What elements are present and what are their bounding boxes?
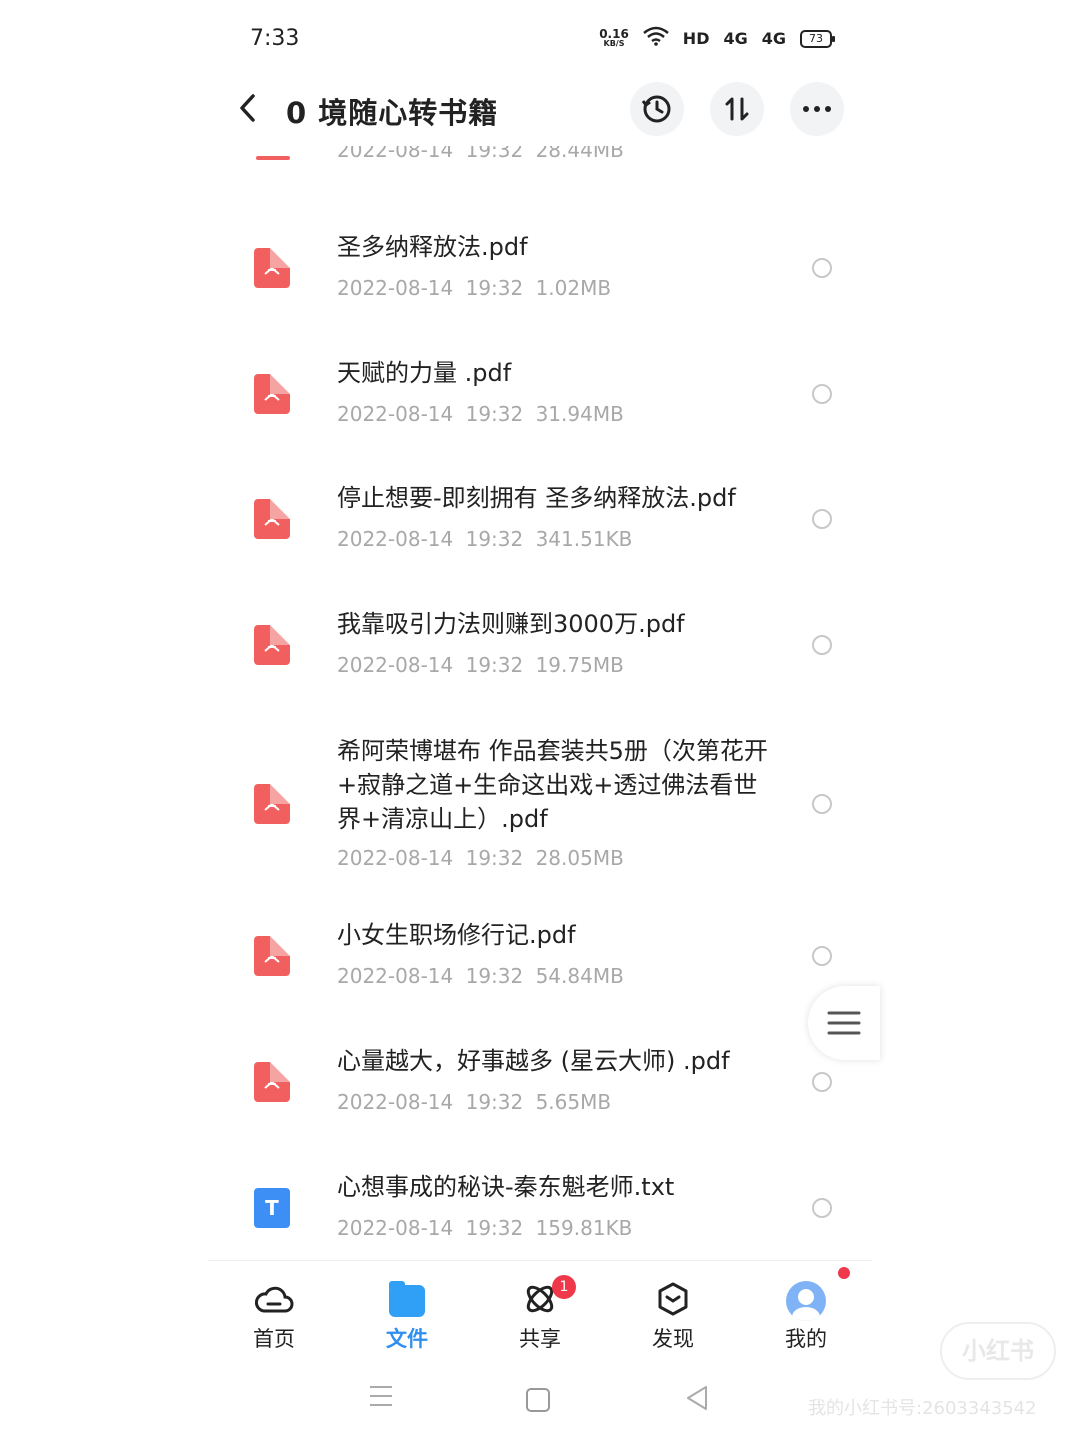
select-radio[interactable] [812,1072,832,1092]
list-item[interactable]: 小女生职场修行记.pdf 2022-08-14 19:32 54.84MB [208,918,872,1014]
notification-badge: 1 [552,1275,576,1299]
watermark-text: 我的小红书号:2603343542 [808,1398,1037,1419]
file-meta: 2022-08-14 19:32 28.05MB [337,846,624,870]
tab-label: 我的 [785,1327,827,1351]
pdf-icon [254,625,290,665]
select-radio[interactable] [812,946,832,966]
pdf-icon [254,936,290,976]
tab-label: 发现 [652,1327,694,1351]
tab-files[interactable]: 文件 [357,1281,457,1353]
pdf-icon [254,499,290,539]
system-nav-bar [208,1370,872,1430]
history-icon [641,95,671,123]
back-button[interactable] [236,90,268,130]
cloud-icon [224,1281,324,1321]
menu-icon [370,1386,392,1406]
list-item[interactable]: 圣多纳释放法.pdf 2022-08-14 19:32 1.02MB [208,230,872,326]
history-button[interactable] [630,82,684,136]
tab-discover[interactable]: 发现 [623,1281,723,1353]
list-item[interactable]: 天赋的力量 .pdf 2022-08-14 19:32 31.94MB [208,356,872,452]
chevron-left-icon [240,94,255,122]
file-meta: 2022-08-14 19:32 5.65MB [337,1090,612,1114]
select-radio[interactable] [812,384,832,404]
tab-home[interactable]: 首页 [224,1281,324,1353]
pdf-icon [254,248,290,288]
signal-icon-2: 4G [761,29,786,48]
file-meta: 2022-08-14 19:32 341.51KB [337,527,633,551]
status-bar: 7:33 0.16 KB/S HD 4G 4G 73 [208,0,872,80]
pdf-icon [256,156,290,160]
hd-icon: HD [682,29,710,48]
select-radio[interactable] [812,794,832,814]
more-button[interactable] [790,82,844,136]
file-meta: 2022-08-14 19:32 54.84MB [337,964,624,988]
file-meta: 2022-08-14 19:32 19.75MB [337,653,624,677]
select-radio[interactable] [812,258,832,278]
file-meta: 2022-08-14 19:32 28.44MB [337,146,624,162]
select-radio[interactable] [812,1198,832,1218]
more-icon [803,106,831,112]
status-icons: 0.16 KB/S HD 4G 4G 73 [599,26,835,51]
file-meta: 2022-08-14 19:32 159.81KB [337,1216,633,1240]
file-name: 希阿荣博堪布 作品套装共5册（次第花开+寂静之道+生命这出戏+透过佛法看世界+清… [337,737,768,833]
menu-icon [827,1011,861,1035]
phone-screen: 7:33 0.16 KB/S HD 4G 4G 73 0 境随心转书籍 2022… [208,0,880,1439]
red-dot-indicator [838,1267,850,1279]
status-time: 7:33 [250,26,300,51]
list-item[interactable]: T 心想事成的秘诀-秦东魁老师.txt 2022-08-14 19:32 159… [208,1170,872,1260]
avatar [756,1281,856,1321]
list-item[interactable]: 我靠吸引力法则赚到3000万.pdf 2022-08-14 19:32 19.7… [208,607,872,703]
pdf-icon [254,1062,290,1102]
select-radio[interactable] [812,509,832,529]
signal-icon: 4G [723,29,748,48]
triangle-back-icon [687,1386,707,1410]
list-item[interactable]: 希阿荣博堪布 作品套装共5册（次第花开+寂静之道+生命这出戏+透过佛法看世界+清… [208,732,872,892]
list-item[interactable]: 2022-08-14 19:32 28.44MB [208,146,872,190]
recent-apps-button[interactable] [368,1384,394,1415]
discover-icon [623,1281,723,1321]
file-meta: 2022-08-14 19:32 31.94MB [337,402,624,426]
file-list[interactable]: 2022-08-14 19:32 28.44MB 圣多纳释放法.pdf 2022… [208,146,872,1260]
header: 0 境随心转书籍 [208,74,872,146]
sort-icon [725,97,749,121]
txt-icon: T [254,1188,290,1228]
file-name: 小女生职场修行记.pdf [337,921,576,949]
net-speed-value: 0.16 [599,26,629,41]
net-speed-unit: KB/S [603,38,625,48]
tab-label: 共享 [519,1327,561,1351]
file-name: 我靠吸引力法则赚到3000万.pdf [337,610,685,638]
watermark-logo: 小红书 [940,1322,1056,1380]
list-item[interactable]: 心量越大，好事越多 (星云大师) .pdf 2022-08-14 19:32 5… [208,1044,872,1140]
net-speed: 0.16 KB/S [599,26,629,49]
tab-share[interactable]: 1 共享 [490,1275,590,1353]
pdf-icon [254,784,290,824]
wifi-icon [642,26,669,51]
tab-bar: 首页 文件 1 共享 发现 我的 [208,1260,872,1360]
pdf-icon [254,374,290,414]
select-radio[interactable] [812,635,832,655]
file-name: 天赋的力量 .pdf [337,359,512,387]
tab-mine[interactable]: 我的 [756,1267,856,1353]
file-name: 心想事成的秘诀-秦东魁老师.txt [337,1173,675,1201]
floating-menu-button[interactable] [808,986,880,1060]
battery-icon: 73 [800,29,835,48]
file-meta: 2022-08-14 19:32 1.02MB [337,276,612,300]
file-name: 停止想要-即刻拥有 圣多纳释放法.pdf [337,484,736,512]
page-title: 0 境随心转书籍 [286,96,499,130]
folder-icon [357,1281,457,1321]
tab-label: 首页 [253,1327,295,1351]
home-button[interactable] [526,1388,550,1412]
file-name: 心量越大，好事越多 (星云大师) .pdf [337,1047,730,1075]
system-back-button[interactable] [684,1384,710,1419]
file-name: 圣多纳释放法.pdf [337,233,528,261]
sort-button[interactable] [710,82,764,136]
list-item[interactable]: 停止想要-即刻拥有 圣多纳释放法.pdf 2022-08-14 19:32 34… [208,481,872,577]
tab-label: 文件 [386,1327,428,1351]
